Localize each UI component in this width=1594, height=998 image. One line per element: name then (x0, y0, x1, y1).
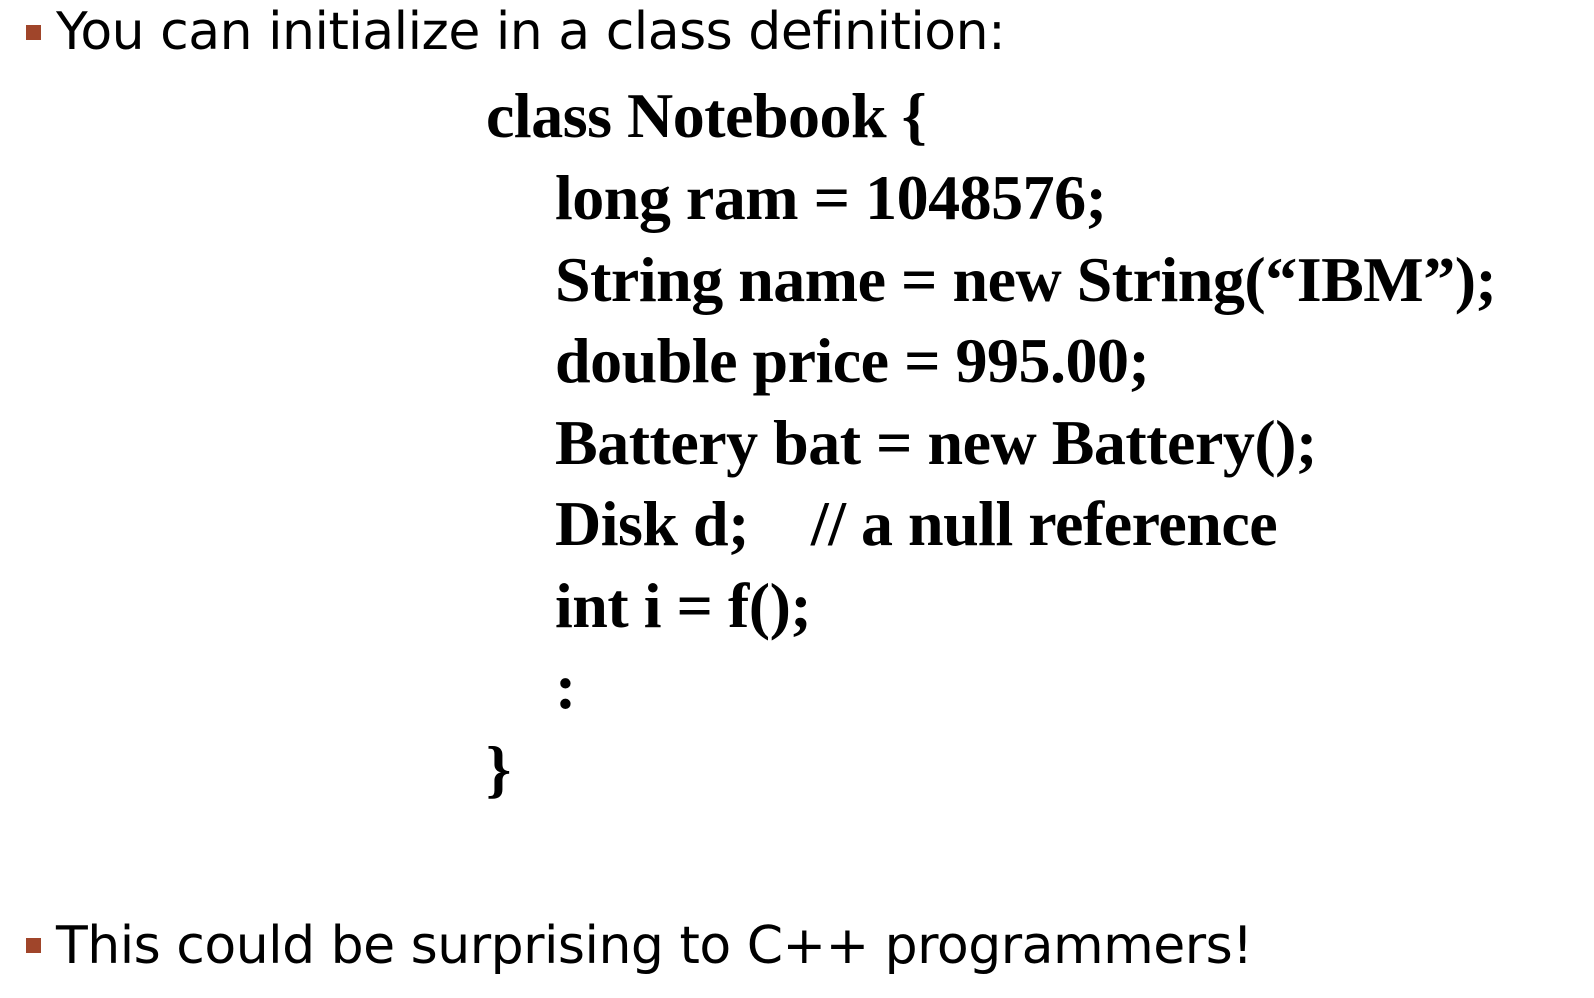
code-line-ellipsis: : (555, 651, 576, 722)
code-line-disk: Disk d; // a null reference (555, 488, 1278, 559)
bullet-text-note: This could be surprising to C++ programm… (56, 916, 1253, 976)
bullet-marker-icon (26, 938, 41, 953)
code-line-closing-brace: } (486, 733, 511, 804)
code-line-price: double price = 995.00; (555, 325, 1150, 396)
code-line-int: int i = f(); (555, 570, 812, 641)
code-block: class Notebook { long ram = 1048576; Str… (0, 0, 1594, 998)
code-line-ram: long ram = 1048576; (555, 162, 1107, 233)
code-line-class-header: class Notebook { (486, 80, 927, 151)
code-line-battery: Battery bat = new Battery(); (555, 407, 1317, 478)
code-line-name: String name = new String(“IBM”); (555, 244, 1497, 315)
